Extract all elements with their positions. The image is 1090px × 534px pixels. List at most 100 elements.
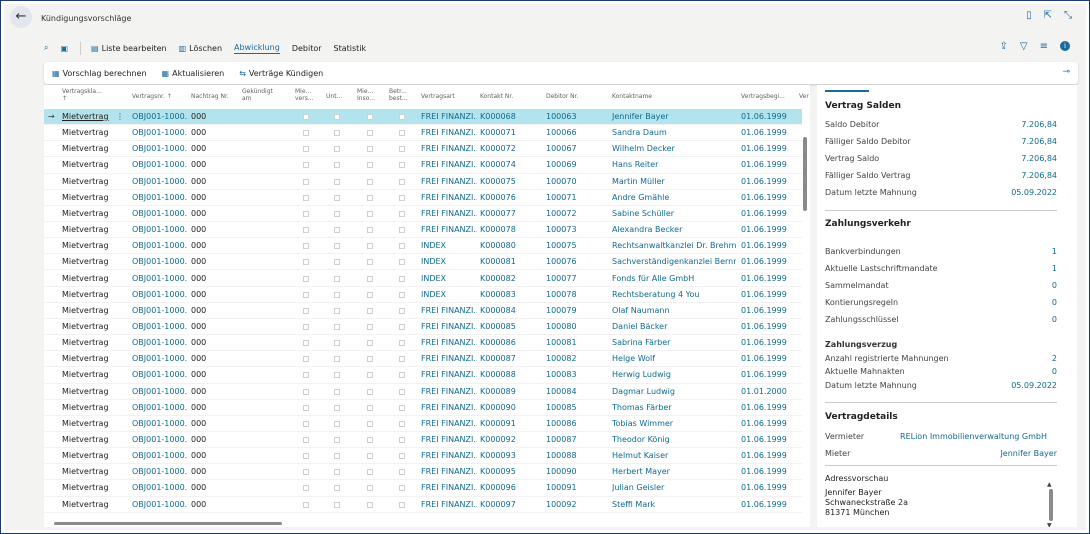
cell-kontaktname[interactable]: Sandra Daum [612, 125, 736, 141]
cell-debitor[interactable]: 100076 [546, 254, 577, 270]
cell-kontaktname[interactable]: Herbert Mayer [612, 464, 736, 480]
table-row[interactable]: Mietvertrag OBJ001-1000... 000 INDEX K000081… [44, 254, 802, 271]
cell-vertragsbeginn[interactable]: 01.06.1999 [741, 303, 787, 319]
cell-kontaktname[interactable]: Jennifer Bayer [612, 109, 736, 125]
cell-vertragsart[interactable]: FREI FINANZI... [421, 367, 477, 383]
row-checkbox[interactable] [303, 404, 309, 411]
cell-kontakt[interactable]: K000091 [480, 416, 516, 432]
row-checkbox[interactable] [367, 178, 373, 185]
cell-vertragsnr[interactable]: OBJ001-1000... [132, 190, 188, 206]
cell-vertragsart[interactable]: FREI FINANZI... [421, 335, 477, 351]
table-row[interactable]: Mietvertrag OBJ001-1000... 000 FREI FINANZI… [44, 384, 802, 400]
cell-vertragsklasse[interactable]: Mietvertrag [62, 141, 109, 157]
cell-vertragsbeginn[interactable]: 01.06.1999 [741, 319, 787, 335]
row-checkbox[interactable] [399, 404, 405, 411]
cell-debitor[interactable]: 100080 [546, 319, 577, 335]
row-checkbox[interactable] [303, 356, 309, 363]
cell-debitor[interactable]: 100073 [546, 222, 577, 238]
table-row[interactable]: Mietvertrag OBJ001-1000... 000 FREI FINANZI… [44, 141, 802, 158]
cell-kontaktname[interactable]: Alexandra Becker [612, 222, 736, 238]
cell-vertragsbeginn[interactable]: 01.06.1999 [741, 125, 787, 141]
list-view-icon[interactable]: ≡ [1040, 41, 1048, 52]
vertical-scroll-thumb[interactable] [803, 137, 807, 211]
cell-vertragsart[interactable]: INDEX [421, 271, 477, 287]
row-checkbox[interactable] [303, 485, 309, 492]
cell-vertragsbeginn[interactable]: 01.06.1999 [741, 497, 787, 513]
cell-debitor[interactable]: 100082 [546, 351, 577, 367]
cell-kontakt[interactable]: K000084 [480, 303, 516, 319]
cell-kontakt[interactable]: K000071 [480, 125, 516, 141]
horizontal-scroll-thumb[interactable] [54, 522, 282, 525]
cell-vertragsart[interactable]: FREI FINANZI... [421, 157, 477, 173]
row-checkbox[interactable] [399, 291, 405, 298]
row-checkbox[interactable] [334, 259, 340, 266]
cell-vertragsnr[interactable]: OBJ001-1000... [132, 141, 188, 157]
row-checkbox[interactable] [303, 178, 309, 185]
table-row[interactable]: Mietvertrag OBJ001-1000... 000 FREI FINANZI… [44, 448, 802, 465]
col-vertragsklasse[interactable]: Vertragskla... ↑ [62, 88, 102, 102]
zahlung-value[interactable]: 0 [1052, 281, 1057, 290]
cell-debitor[interactable]: 100072 [546, 206, 577, 222]
cell-vertragsart[interactable]: FREI FINANZI... [421, 174, 477, 190]
salden-value[interactable]: 7.206,84 [1021, 154, 1057, 163]
cell-vertragsbeginn[interactable]: 01.06.1999 [741, 448, 787, 464]
cell-kontakt[interactable]: K000074 [480, 157, 516, 173]
row-checkbox[interactable] [334, 210, 340, 217]
cell-kontakt[interactable]: K000093 [480, 448, 516, 464]
search-button[interactable]: ⌕ [44, 43, 48, 53]
row-checkbox[interactable] [303, 323, 309, 330]
cell-vertragsbeginn[interactable]: 01.06.1999 [741, 287, 787, 303]
cell-vertragsart[interactable]: FREI FINANZI... [421, 303, 477, 319]
salden-value[interactable]: 7.206,84 [1021, 137, 1057, 146]
row-checkbox[interactable] [334, 437, 340, 443]
row-checkbox[interactable] [303, 469, 309, 476]
cell-vertragsnr[interactable]: OBJ001-1000... [132, 271, 188, 287]
cell-vertragsbeginn[interactable]: 01.06.1999 [741, 157, 787, 173]
mieter-link[interactable]: Jennifer Bayer [1000, 449, 1057, 458]
cell-debitor[interactable]: 100066 [546, 125, 577, 141]
row-checkbox[interactable] [334, 243, 340, 250]
col-ver[interactable]: Ver [799, 93, 809, 100]
table-row[interactable]: Mietvertrag OBJ001-1000... 000 FREI FINANZI… [44, 480, 802, 497]
cell-vertragsart[interactable]: FREI FINANZI... [421, 351, 477, 367]
tab-abwicklung[interactable]: Abwicklung [234, 43, 280, 54]
row-checkbox[interactable] [334, 146, 340, 153]
row-checkbox[interactable] [399, 356, 405, 363]
row-checkbox[interactable] [367, 146, 373, 153]
cell-vertragsklasse[interactable]: Mietvertrag [62, 351, 109, 367]
cell-vertragsklasse[interactable]: Mietvertrag [62, 384, 109, 400]
cell-vertragsart[interactable]: FREI FINANZI... [421, 319, 477, 335]
row-checkbox[interactable] [303, 227, 309, 234]
cell-vertragsnr[interactable]: OBJ001-1000... [132, 416, 188, 432]
row-checkbox[interactable] [303, 243, 309, 250]
table-row[interactable]: Mietvertrag OBJ001-1000... 000 FREI FINANZI… [44, 416, 802, 432]
table-row[interactable]: Mietvertrag OBJ001-1000... 000 FREI FINANZI… [44, 464, 802, 481]
cell-vertragsart[interactable]: FREI FINANZI... [421, 206, 477, 222]
col-nachtrag[interactable]: Nachtrag Nr. [191, 93, 229, 100]
cell-vertragsklasse[interactable]: Mietvertrag [62, 480, 109, 496]
cell-kontaktname[interactable]: Sabrina Färber [612, 335, 736, 351]
cell-vertragsart[interactable]: FREI FINANZI... [421, 222, 477, 238]
row-checkbox[interactable] [399, 194, 405, 201]
row-checkbox[interactable] [367, 275, 373, 282]
cell-kontaktname[interactable]: Andre Gmähle [612, 190, 736, 206]
cell-vertragsbeginn[interactable]: 01.06.1999 [741, 222, 787, 238]
row-checkbox[interactable] [399, 162, 405, 169]
table-row[interactable]: Mietvertrag OBJ001-1000... 000 FREI FINANZI… [44, 335, 802, 352]
cell-kontakt[interactable]: K000072 [480, 141, 516, 157]
row-checkbox[interactable] [303, 420, 309, 427]
cell-vertragsklasse[interactable]: Mietvertrag [62, 125, 109, 141]
cell-vertragsklasse[interactable]: Mietvertrag [62, 174, 109, 190]
row-checkbox[interactable] [399, 372, 405, 379]
cell-kontaktname[interactable]: Sabine Schüller [612, 206, 736, 222]
row-checkbox[interactable] [399, 227, 405, 234]
cell-vertragsnr[interactable]: OBJ001-1000... [132, 400, 188, 416]
row-checkbox[interactable] [334, 453, 340, 460]
verzug-value[interactable]: 2 [1052, 354, 1057, 363]
cell-vertragsnr[interactable]: OBJ001-1000... [132, 254, 188, 270]
cell-vertragsbeginn[interactable]: 01.06.1999 [741, 109, 787, 125]
cell-kontakt[interactable]: K000068 [480, 109, 516, 125]
row-checkbox[interactable] [399, 437, 405, 443]
cell-vertragsart[interactable]: FREI FINANZI... [421, 384, 477, 400]
row-checkbox[interactable] [367, 388, 373, 395]
